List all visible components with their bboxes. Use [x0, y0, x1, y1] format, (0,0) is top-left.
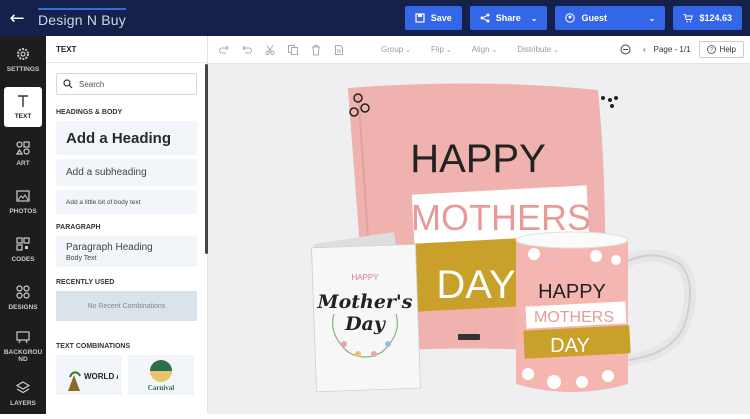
carnival-combo-art: Carnival [148, 360, 175, 392]
card-text-day[interactable]: Day [344, 313, 387, 335]
guest-label: Guest [581, 13, 607, 23]
panel-title: TEXT [46, 36, 207, 63]
search-input[interactable]: Search [56, 73, 197, 95]
nav-photos[interactable]: PHOTOS [0, 178, 46, 226]
layers-icon [15, 381, 31, 394]
cart-total: $124.63 [699, 13, 732, 23]
group-dropdown[interactable]: Group [381, 45, 411, 54]
pillow-tag [458, 334, 480, 340]
paste-icon[interactable] [333, 44, 345, 56]
nav-layers[interactable]: LAYERS [0, 370, 46, 418]
qr-code-icon [16, 237, 30, 251]
help-label: Help [719, 45, 736, 54]
copy-icon[interactable] [287, 44, 299, 56]
section-headings: HEADINGS & BODY [56, 109, 123, 116]
section-combinations: TEXT COMBINATIONS [56, 343, 131, 350]
add-subheading-button[interactable]: Add a subheading [56, 159, 197, 186]
cart-icon [683, 14, 694, 23]
delete-icon[interactable] [310, 44, 322, 56]
world-adventure-combo-art: WORLD ADVENTURE [68, 371, 118, 391]
text-panel: TEXT Search HEADINGS & BODY Add a Headin… [46, 36, 208, 414]
svg-text:Carnival: Carnival [148, 384, 175, 392]
search-icon [63, 79, 73, 89]
paragraph-body-label: Body Text [66, 254, 97, 262]
designs-icon [16, 285, 30, 299]
save-icon [415, 13, 425, 23]
background-icon [16, 330, 30, 343]
zoom-out-icon[interactable] [620, 44, 631, 55]
help-button[interactable]: ? Help [698, 41, 744, 58]
section-recent: RECENTLY USED [56, 279, 115, 286]
left-nav: SETTINGS TEXT ART PHOTOS CODES DESIGNS B… [0, 36, 46, 414]
cut-icon[interactable] [264, 44, 276, 56]
confetti-icon [601, 96, 618, 108]
align-dropdown[interactable]: Align [472, 45, 498, 54]
share-button[interactable]: Share ⌄ [469, 6, 548, 30]
design-canvas[interactable]: HAPPY MOTHERS DAY HAPPY Mother's Day HAP… [208, 64, 750, 414]
card-text-mothers[interactable]: Mother's [317, 291, 413, 313]
app-logo: Design N Buy [38, 8, 126, 28]
card-text-happy[interactable]: HAPPY [351, 273, 379, 282]
save-label: Save [430, 13, 452, 23]
page-indicator: Page - 1/1 [653, 45, 691, 54]
nav-designs[interactable]: DESIGNS [0, 274, 46, 322]
photo-icon [16, 190, 30, 202]
cart-button[interactable]: $124.63 [673, 6, 742, 30]
mug-text-mothers[interactable]: MOTHERS [534, 309, 614, 326]
pillow-text-happy[interactable]: HAPPY [410, 137, 546, 181]
save-button[interactable]: Save [404, 6, 462, 30]
nav-text[interactable]: TEXT [4, 87, 42, 127]
art-icon [15, 141, 30, 155]
edit-toolbar: Group Flip Align Distribute ‹ Page - 1/1… [208, 36, 750, 64]
add-heading-button[interactable]: Add a Heading [56, 121, 197, 155]
undo-icon[interactable] [241, 44, 253, 56]
text-icon [18, 95, 28, 108]
add-paragraph-button[interactable]: Paragraph Heading Body Text [56, 236, 197, 267]
user-icon [565, 13, 576, 23]
nav-settings[interactable]: SETTINGS [0, 36, 46, 84]
prev-page-icon[interactable]: ‹ [643, 45, 646, 54]
chevron-down-icon: ⌄ [530, 13, 538, 23]
combo-carnival[interactable]: Carnival [128, 355, 194, 395]
distribute-dropdown[interactable]: Distribute [517, 45, 559, 54]
combo-world-adventure[interactable]: WORLD ADVENTURE [56, 355, 122, 395]
nav-art[interactable]: ART [0, 130, 46, 178]
nav-codes[interactable]: CODES [0, 226, 46, 274]
mug-product[interactable]: HAPPY MOTHERS DAY [515, 231, 697, 392]
mug-text-day[interactable]: DAY [550, 335, 590, 357]
recent-empty-state: No Recent Combinations [56, 291, 197, 321]
top-bar: ← Design N Buy Save Share ⌄ Guest ⌄ $124… [0, 0, 750, 36]
share-icon [480, 13, 490, 23]
product-scene: HAPPY MOTHERS DAY HAPPY Mother's Day HAP… [311, 83, 697, 393]
redo-icon[interactable] [218, 44, 230, 56]
svg-text:WORLD ADVENTURE: WORLD ADVENTURE [84, 372, 118, 381]
pillow-text-day[interactable]: DAY [436, 263, 515, 307]
search-placeholder: Search [79, 79, 105, 89]
flip-dropdown[interactable]: Flip [431, 45, 452, 54]
nav-background[interactable]: BACKGROU ND [0, 322, 46, 370]
mug-text-happy[interactable]: HAPPY [538, 281, 606, 303]
help-icon: ? [706, 45, 716, 54]
gear-icon [17, 48, 29, 61]
share-label: Share [495, 13, 521, 23]
greeting-card-product[interactable]: HAPPY Mother's Day [311, 232, 421, 393]
section-paragraph: PARAGRAPH [56, 224, 101, 231]
add-body-text-button[interactable]: Add a little bit of body text [56, 190, 197, 214]
chevron-down-icon: ⌄ [648, 13, 656, 23]
paragraph-heading-label: Paragraph Heading [66, 241, 153, 253]
guest-button[interactable]: Guest ⌄ [555, 6, 666, 30]
back-arrow-icon[interactable]: ← [0, 0, 34, 36]
